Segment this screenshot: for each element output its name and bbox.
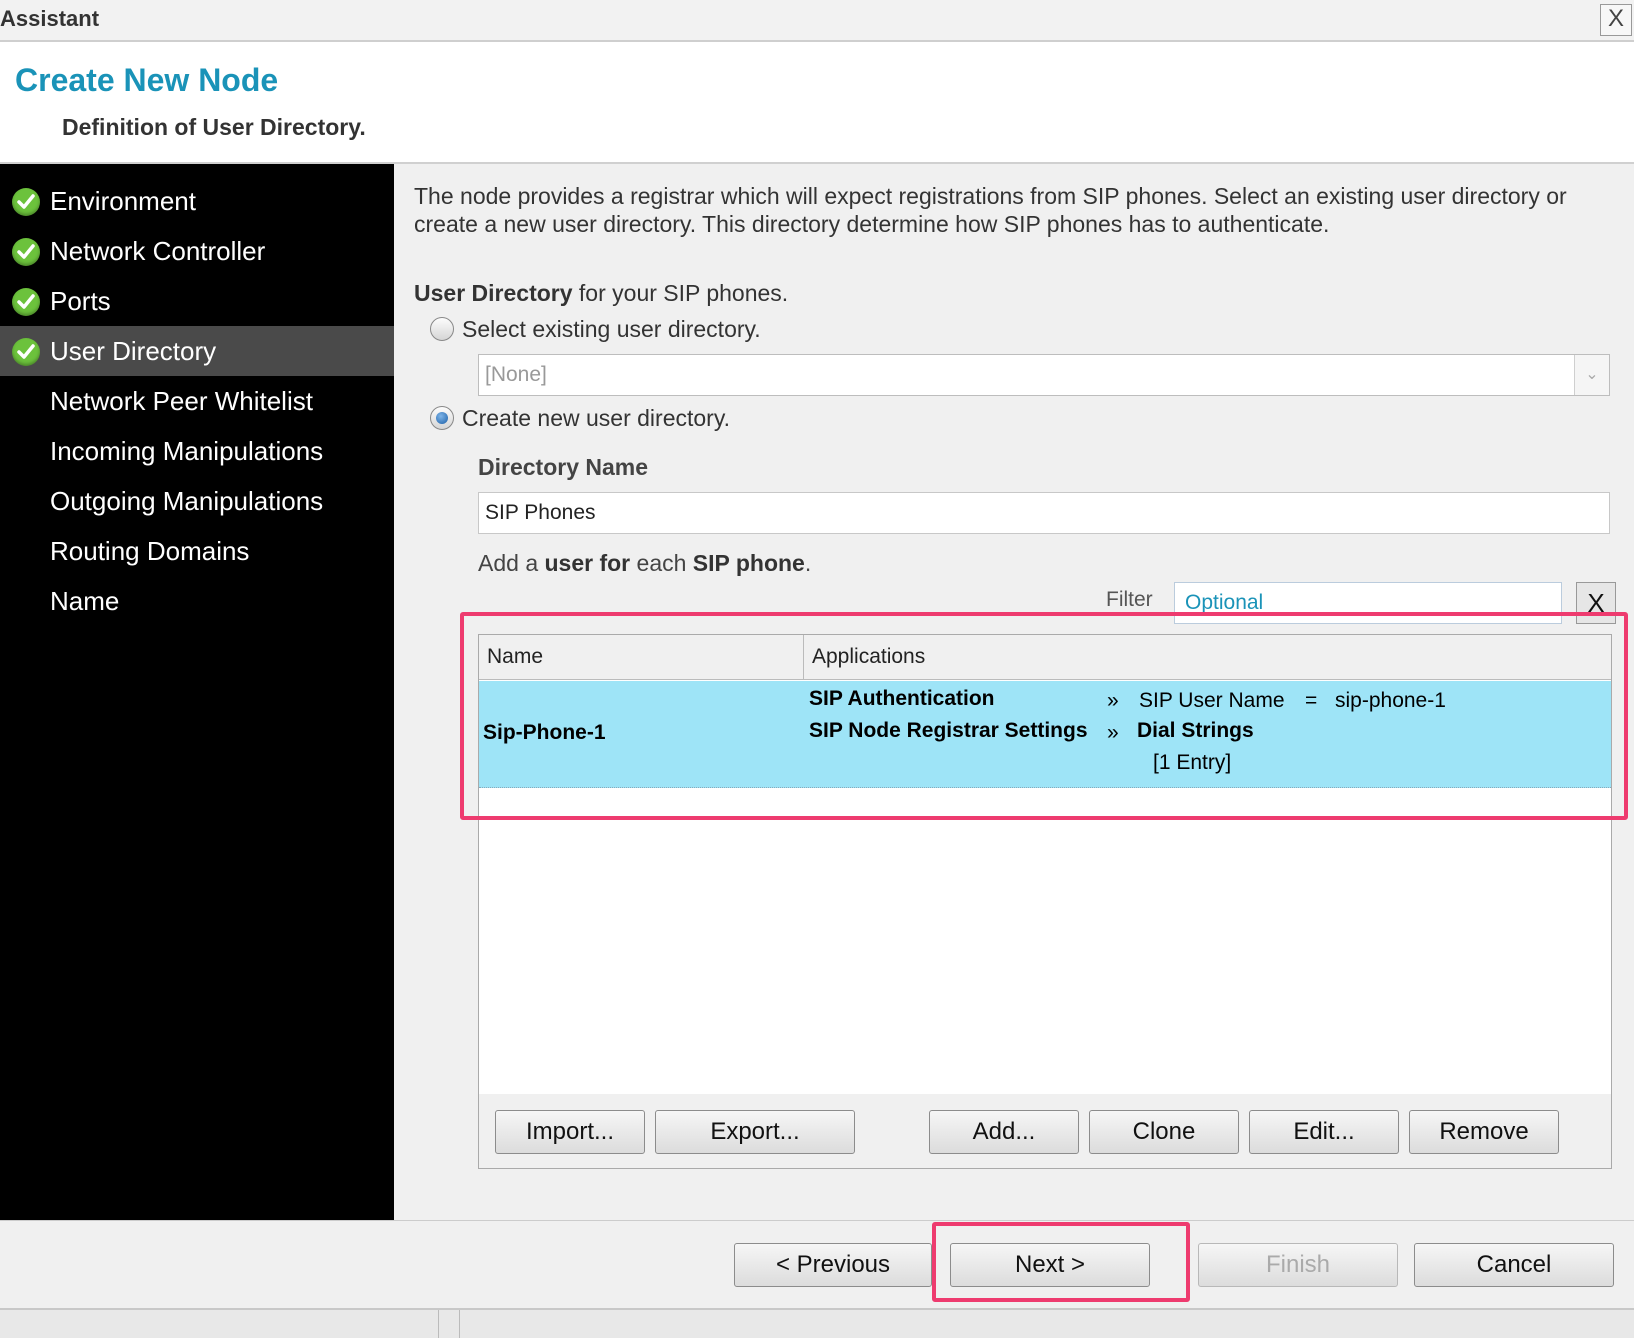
window-titlebar: Assistant X <box>0 0 1634 42</box>
sidebar-item-environment[interactable]: Environment <box>0 176 394 226</box>
page-subtitle: Definition of User Directory. <box>62 114 366 140</box>
sidebar-item-incoming-manipulations[interactable]: Incoming Manipulations <box>0 426 394 476</box>
cancel-button[interactable]: Cancel <box>1414 1243 1614 1287</box>
remove-button[interactable]: Remove <box>1409 1110 1559 1154</box>
chevron-down-icon[interactable]: ⌄ <box>1574 355 1609 395</box>
hint-text: . <box>804 550 812 576</box>
check-icon <box>12 238 40 266</box>
sidebar-item-label: Ports <box>50 286 111 316</box>
existing-directory-select[interactable]: [None] ⌄ <box>478 354 1610 396</box>
sidebar-item-label: Incoming Manipulations <box>50 436 324 466</box>
sidebar-item-label: Routing Domains <box>50 536 250 566</box>
radio-existing-directory[interactable] <box>430 317 454 341</box>
highlight-next-button <box>932 1222 1190 1302</box>
wizard-steps-sidebar: Environment Network Controller Ports Use… <box>0 164 394 1220</box>
sidebar-item-label: Outgoing Manipulations <box>50 486 324 516</box>
wizard-footer: < Previous Next > Finish Cancel <box>0 1220 1634 1321</box>
sidebar-item-label: Environment <box>50 186 196 216</box>
filter-label: Filter <box>1106 588 1153 611</box>
status-divider <box>438 1310 460 1338</box>
check-icon <box>12 288 40 316</box>
directory-name-label: Directory Name <box>478 454 649 480</box>
hint-bold: SIP phone <box>692 550 805 576</box>
sidebar-item-name[interactable]: Name <box>0 576 394 626</box>
highlight-table-row <box>460 612 1628 820</box>
radio-new-directory[interactable] <box>430 406 454 430</box>
page-title: Create New Node <box>15 62 279 98</box>
edit-button[interactable]: Edit... <box>1249 1110 1399 1154</box>
sidebar-item-user-directory[interactable]: User Directory <box>0 326 394 376</box>
user-directory-bold: User Directory <box>414 280 573 306</box>
add-user-button[interactable]: Add... <box>929 1110 1079 1154</box>
sidebar-item-label: User Directory <box>50 336 217 366</box>
sidebar-item-network-peer-whitelist[interactable]: Network Peer Whitelist <box>0 376 394 426</box>
add-user-hint: Add a user for each SIP phone. <box>478 550 811 577</box>
sidebar-item-network-controller[interactable]: Network Controller <box>0 226 394 276</box>
description-text: The node provides a registrar which will… <box>414 183 1567 237</box>
finish-button: Finish <box>1198 1243 1398 1287</box>
sidebar-item-label: Name <box>50 586 120 616</box>
sidebar-item-label: Network Peer Whitelist <box>50 386 313 416</box>
hint-bold: user for <box>544 550 631 576</box>
check-icon <box>12 338 40 366</box>
user-directory-heading: User Directory for your SIP phones. <box>414 280 788 307</box>
hint-text: each <box>630 550 693 576</box>
radio-existing-label[interactable]: Select existing user directory. <box>462 316 761 343</box>
import-button[interactable]: Import... <box>495 1110 645 1154</box>
directory-name-input[interactable]: SIP Phones <box>478 492 1610 534</box>
sidebar-item-label: Network Controller <box>50 236 266 266</box>
wizard-header: Create New Node Definition of User Direc… <box>0 42 1634 164</box>
clone-button[interactable]: Clone <box>1089 1110 1239 1154</box>
directory-name-value: SIP Phones <box>485 501 596 524</box>
previous-button[interactable]: < Previous <box>734 1243 932 1287</box>
existing-directory-value: [None] <box>485 363 547 386</box>
export-button[interactable]: Export... <box>655 1110 855 1154</box>
radio-new-label[interactable]: Create new user directory. <box>462 405 730 432</box>
status-bar <box>0 1308 1634 1338</box>
sidebar-item-routing-domains[interactable]: Routing Domains <box>0 526 394 576</box>
table-actions-bar: Import... Export... Add... Clone Edit...… <box>478 1094 1612 1169</box>
hint-text: Add a <box>478 550 545 576</box>
close-icon[interactable]: X <box>1600 4 1632 36</box>
user-directory-rest: for your SIP phones. <box>572 280 789 306</box>
window-title: Assistant <box>0 6 100 31</box>
sidebar-item-ports[interactable]: Ports <box>0 276 394 326</box>
sidebar-item-outgoing-manipulations[interactable]: Outgoing Manipulations <box>0 476 394 526</box>
check-icon <box>12 188 40 216</box>
